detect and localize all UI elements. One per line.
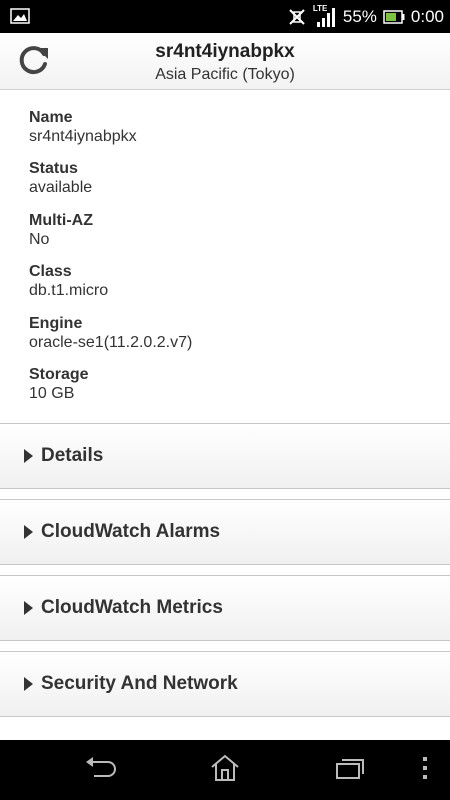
header: sr4nt4iynabpkx Asia Pacific (Tokyo) — [0, 33, 450, 90]
home-button[interactable] — [200, 752, 250, 788]
info-label: Multi-AZ — [29, 211, 93, 229]
status-icons: LTE 55% 0:00 — [287, 0, 444, 33]
image-icon — [10, 8, 30, 24]
clock: 0:00 — [410, 6, 444, 26]
info-value: 10 GB — [29, 384, 75, 402]
expand-triangle-icon — [24, 525, 33, 539]
info-label: Status — [29, 160, 78, 178]
network-type-label: LTE — [312, 3, 328, 13]
info-label: Storage — [29, 365, 89, 383]
navigation-bar — [0, 740, 450, 800]
battery-percent: 55% — [342, 6, 377, 26]
section-label: Security And Network — [41, 673, 238, 694]
section-label: Details — [41, 445, 104, 466]
info-value: sr4nt4iynabpkx — [29, 128, 137, 145]
page-title: sr4nt4iynabpkx — [155, 41, 295, 62]
signal-icon: LTE — [312, 3, 337, 28]
section-cloudwatch-metrics[interactable]: CloudWatch Metrics — [0, 575, 450, 641]
instance-info: Name sr4nt4iynabpkx Status available Mul… — [29, 108, 429, 416]
battery-icon — [383, 9, 405, 25]
overflow-menu-button[interactable] — [400, 752, 450, 788]
info-label: Class — [29, 263, 72, 281]
info-value: db.t1.micro — [29, 282, 109, 300]
back-button[interactable] — [76, 752, 126, 788]
status-bar: LTE 55% 0:00 — [0, 0, 450, 33]
recent-apps-icon — [334, 756, 366, 785]
info-item-status: Status available — [29, 159, 429, 210]
expand-triangle-icon — [24, 449, 33, 463]
info-value: available — [29, 179, 93, 197]
section-gap — [0, 565, 450, 575]
info-item-name: Name sr4nt4iynabpkx — [29, 108, 429, 159]
recent-apps-button[interactable] — [325, 752, 375, 788]
vibrate-icon — [287, 7, 307, 27]
info-value: No — [29, 230, 50, 248]
expand-triangle-icon — [24, 601, 33, 615]
section-label: CloudWatch Alarms — [41, 521, 221, 542]
section-details[interactable]: Details — [0, 423, 450, 489]
section-label: CloudWatch Metrics — [41, 597, 223, 618]
section-cloudwatch-alarms[interactable]: CloudWatch Alarms — [0, 499, 450, 565]
section-gap — [0, 489, 450, 499]
info-item-storage: Storage 10 GB — [29, 365, 429, 416]
info-label: Engine — [29, 314, 83, 332]
info-label: Name — [29, 109, 73, 126]
info-value: oracle-se1(11.2.0.2.v7) — [29, 333, 193, 351]
section-security-and-network[interactable]: Security And Network — [0, 651, 450, 717]
back-icon — [84, 756, 118, 785]
info-item-engine: Engine oracle-se1(11.2.0.2.v7) — [29, 314, 429, 365]
overflow-menu-icon — [421, 755, 429, 786]
section-gap — [0, 641, 450, 651]
home-icon — [209, 753, 241, 788]
region-subtitle: Asia Pacific (Tokyo) — [155, 66, 295, 83]
info-item-multi-az: Multi-AZ No — [29, 211, 429, 262]
info-item-class: Class db.t1.micro — [29, 262, 429, 313]
expand-triangle-icon — [24, 677, 33, 691]
